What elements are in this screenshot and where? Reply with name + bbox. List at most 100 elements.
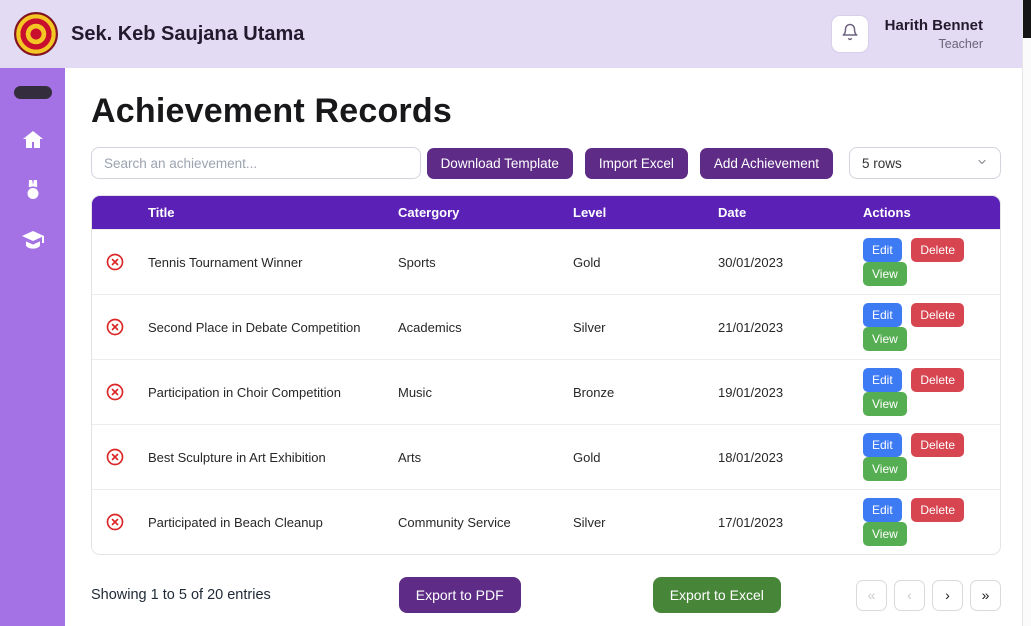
cell-category: Community Service: [388, 490, 563, 555]
school-logo-icon: [14, 12, 58, 56]
cell-actions: Edit Delete View: [853, 295, 1000, 360]
pagination-prev-button[interactable]: ‹: [894, 580, 925, 611]
export-pdf-button[interactable]: Export to PDF: [399, 577, 521, 613]
sidebar-toggle[interactable]: [14, 86, 52, 99]
rows-per-page-select[interactable]: 5 rows: [849, 147, 1001, 179]
sidebar: [0, 68, 65, 626]
notifications-button[interactable]: [831, 15, 869, 53]
view-button[interactable]: View: [863, 522, 907, 546]
table-header-row: Title Catergory Level Date Actions: [92, 196, 1000, 230]
view-button[interactable]: View: [863, 457, 907, 481]
cell-title: Second Place in Debate Competition: [138, 295, 388, 360]
red-cross-icon[interactable]: [102, 512, 128, 532]
export-excel-button[interactable]: Export to Excel: [653, 577, 781, 613]
showing-entries-text: Showing 1 to 5 of 20 entries: [91, 587, 271, 603]
cell-level: Gold: [563, 425, 708, 490]
cell-actions: Edit Delete View: [853, 425, 1000, 490]
main-content: Achievement Records Download Template Im…: [65, 68, 1031, 626]
download-template-button[interactable]: Download Template: [427, 148, 573, 179]
edit-button[interactable]: Edit: [863, 498, 902, 522]
cell-level: Silver: [563, 490, 708, 555]
cell-actions: Edit Delete View: [853, 360, 1000, 425]
cell-level: Bronze: [563, 360, 708, 425]
achievements-table: Title Catergory Level Date Actions: [91, 195, 1001, 555]
cell-date: 17/01/2023: [708, 490, 853, 555]
sidebar-item-home[interactable]: [20, 129, 46, 155]
cell-date: 30/01/2023: [708, 230, 853, 295]
controls-row: Download Template Import Excel Add Achie…: [91, 147, 1001, 179]
delete-button[interactable]: Delete: [911, 368, 964, 392]
table-row: Participation in Choir Competition Music…: [92, 360, 1000, 425]
search-input[interactable]: [91, 147, 421, 179]
delete-button[interactable]: Delete: [911, 303, 964, 327]
sidebar-item-students[interactable]: [20, 229, 46, 255]
table-row: Best Sculpture in Art Exhibition Arts Go…: [92, 425, 1000, 490]
row-status-cell: [92, 230, 138, 295]
student-icon: [21, 228, 45, 257]
cell-title: Best Sculpture in Art Exhibition: [138, 425, 388, 490]
cell-title: Participation in Choir Competition: [138, 360, 388, 425]
user-block: Harith Bennet Teacher: [885, 17, 983, 52]
cell-category: Academics: [388, 295, 563, 360]
home-icon: [21, 128, 45, 157]
view-button[interactable]: View: [863, 327, 907, 351]
table-row: Second Place in Debate Competition Acade…: [92, 295, 1000, 360]
column-header-status: [92, 196, 138, 230]
delete-button[interactable]: Delete: [911, 433, 964, 457]
cell-category: Sports: [388, 230, 563, 295]
rows-select-value: 5 rows: [862, 156, 902, 171]
cell-date: 21/01/2023: [708, 295, 853, 360]
table-row: Participated in Beach Cleanup Community …: [92, 490, 1000, 555]
red-cross-icon[interactable]: [102, 317, 128, 337]
sidebar-item-achievements[interactable]: [20, 179, 46, 205]
cell-actions: Edit Delete View: [853, 490, 1000, 555]
row-status-cell: [92, 490, 138, 555]
cell-level: Gold: [563, 230, 708, 295]
bell-icon: [841, 23, 859, 46]
add-achievement-button[interactable]: Add Achievement: [700, 148, 833, 179]
user-role: Teacher: [885, 37, 983, 52]
row-status-cell: [92, 295, 138, 360]
cell-title: Tennis Tournament Winner: [138, 230, 388, 295]
red-cross-icon[interactable]: [102, 382, 128, 402]
table-row: Tennis Tournament Winner Sports Gold 30/…: [92, 230, 1000, 295]
page-title: Achievement Records: [91, 92, 1001, 131]
edit-button[interactable]: Edit: [863, 433, 902, 457]
header: Sek. Keb Saujana Utama Harith Bennet Tea…: [0, 0, 1031, 68]
red-cross-icon[interactable]: [102, 252, 128, 272]
edit-button[interactable]: Edit: [863, 368, 902, 392]
column-header-level: Level: [563, 196, 708, 230]
column-header-category: Catergory: [388, 196, 563, 230]
chevron-down-icon: [976, 156, 988, 171]
column-header-actions: Actions: [853, 196, 1000, 230]
cell-actions: Edit Delete View: [853, 230, 1000, 295]
edit-button[interactable]: Edit: [863, 303, 902, 327]
delete-button[interactable]: Delete: [911, 238, 964, 262]
delete-button[interactable]: Delete: [911, 498, 964, 522]
user-name: Harith Bennet: [885, 17, 983, 35]
pagination-next-button[interactable]: ›: [932, 580, 963, 611]
column-header-title: Title: [138, 196, 388, 230]
pagination-last-button[interactable]: »: [970, 580, 1001, 611]
import-excel-button[interactable]: Import Excel: [585, 148, 688, 179]
view-button[interactable]: View: [863, 262, 907, 286]
cell-category: Music: [388, 360, 563, 425]
pagination: « ‹ › »: [856, 580, 1001, 611]
red-cross-icon[interactable]: [102, 447, 128, 467]
school-name: Sek. Keb Saujana Utama: [71, 23, 304, 46]
cell-date: 18/01/2023: [708, 425, 853, 490]
cell-title: Participated in Beach Cleanup: [138, 490, 388, 555]
view-button[interactable]: View: [863, 392, 907, 416]
row-status-cell: [92, 360, 138, 425]
cell-date: 19/01/2023: [708, 360, 853, 425]
table-footer: Showing 1 to 5 of 20 entries Export to P…: [91, 577, 1001, 613]
medal-icon: [21, 178, 45, 207]
edit-button[interactable]: Edit: [863, 238, 902, 262]
pagination-first-button[interactable]: «: [856, 580, 887, 611]
column-header-date: Date: [708, 196, 853, 230]
cell-category: Arts: [388, 425, 563, 490]
scrollbar-thumb[interactable]: [1023, 0, 1031, 38]
cell-level: Silver: [563, 295, 708, 360]
scrollbar: [1022, 0, 1031, 626]
row-status-cell: [92, 425, 138, 490]
